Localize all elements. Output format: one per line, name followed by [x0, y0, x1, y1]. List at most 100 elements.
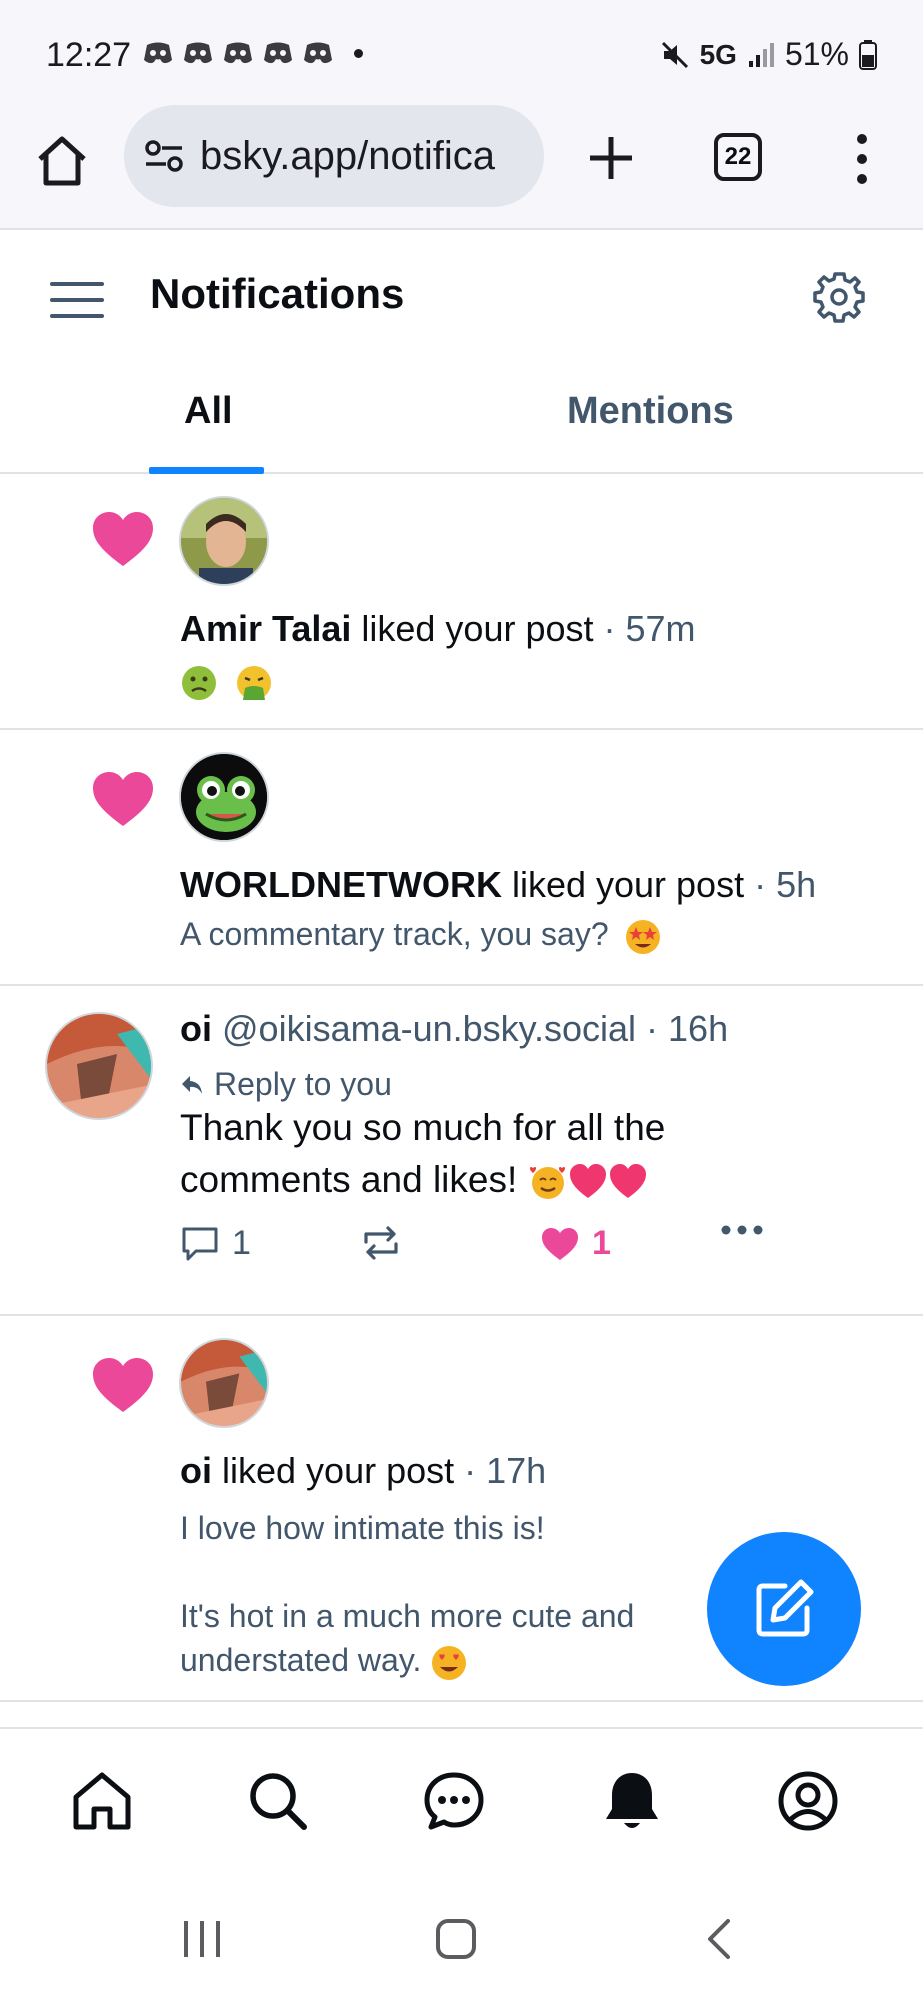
red-heart-emoji — [609, 1164, 646, 1199]
timestamp: · 57m — [593, 608, 696, 649]
post-preview[interactable] — [180, 662, 273, 702]
post-preview[interactable]: I love how intimate this is! It's hot in… — [180, 1506, 700, 1682]
more-vert-icon[interactable] — [842, 131, 882, 187]
heart-icon — [93, 512, 153, 566]
compose-button[interactable] — [707, 1532, 861, 1686]
home-circle-icon[interactable] — [434, 1917, 478, 1961]
url-bar[interactable]: bsky.app/notifica — [124, 105, 544, 207]
reply-notification[interactable]: oi @oikisama-un.bsky.social · 16h Reply … — [0, 986, 923, 1316]
notification-text: oi liked your post · 17h — [180, 1450, 546, 1492]
timestamp: · 5h — [744, 864, 817, 905]
nauseated-face-emoji — [182, 665, 216, 700]
avatar-art-image — [47, 1014, 151, 1118]
battery-icon — [859, 39, 877, 70]
status-time: 12:27 — [46, 36, 132, 74]
tab-mentions[interactable]: Mentions — [567, 390, 734, 433]
mute-icon — [661, 41, 688, 68]
post-actions: 1 1 — [180, 1218, 780, 1278]
tab-switcher-button[interactable]: 22 — [714, 133, 762, 181]
author-handle[interactable]: @oikisama-un.bsky.social — [212, 1008, 636, 1049]
active-tab-indicator — [149, 467, 264, 474]
smiling-face-with-hearts-emoji — [529, 1167, 565, 1200]
url-text: bsky.app/notifica — [200, 133, 495, 178]
avatar[interactable] — [179, 752, 269, 842]
reply-text[interactable]: Thank you so much for all the comments a… — [180, 1102, 740, 1206]
site-settings-icon[interactable] — [144, 139, 184, 173]
tab-all[interactable]: All — [184, 390, 233, 433]
comment-icon — [182, 1227, 218, 1260]
reply-count: 1 — [232, 1224, 251, 1262]
notification-action: liked your post — [212, 1450, 455, 1491]
more-options-button[interactable] — [720, 1224, 764, 1236]
bell-icon[interactable] — [600, 1769, 664, 1833]
heart-icon — [93, 772, 153, 826]
status-bar: 12:27 5G 51% — [0, 0, 923, 105]
avatar-photo — [181, 498, 267, 584]
gear-icon[interactable] — [812, 270, 866, 324]
app-header: Notifications — [0, 232, 923, 357]
heart-icon — [93, 1358, 153, 1412]
avatar[interactable] — [179, 1338, 269, 1428]
author-name[interactable]: oi — [180, 1008, 212, 1049]
more-horiz-icon — [721, 1225, 763, 1235]
avatar[interactable] — [179, 496, 269, 586]
back-icon[interactable] — [698, 1917, 742, 1961]
post-preview-line: I love how intimate this is! — [180, 1510, 545, 1546]
compose-icon — [756, 1579, 814, 1637]
heart-eyes-emoji — [432, 1645, 467, 1680]
status-indicators: 5G 51% — [660, 36, 877, 73]
reply-context[interactable]: Reply to you — [180, 1066, 392, 1103]
reply-button[interactable]: 1 — [180, 1224, 251, 1263]
notification-action: liked your post — [351, 608, 594, 649]
profile-icon[interactable] — [776, 1769, 840, 1833]
reply-arrow-icon — [182, 1075, 202, 1094]
post-preview-text: A commentary track, you say? — [180, 916, 609, 952]
recent-apps-icon[interactable] — [180, 1917, 224, 1961]
repost-button[interactable] — [360, 1224, 402, 1262]
notification-text: Amir Talai liked your post · 57m — [180, 608, 696, 650]
bottom-navigation — [0, 1727, 923, 1877]
more-notifications-dot — [354, 48, 363, 58]
like-count: 1 — [592, 1224, 611, 1262]
home-icon[interactable] — [34, 133, 90, 189]
browser-toolbar: bsky.app/notifica 22 — [0, 105, 923, 230]
reply-to-label: Reply to you — [214, 1066, 392, 1102]
repost-icon — [364, 1226, 398, 1260]
search-icon[interactable] — [246, 1769, 310, 1833]
post-preview-text: It's hot in a much more cute and underst… — [180, 1598, 635, 1678]
menu-icon[interactable] — [50, 280, 104, 320]
heart-filled-icon — [542, 1227, 578, 1260]
new-tab-icon[interactable] — [586, 133, 636, 183]
discord-icon — [184, 42, 212, 64]
post-preview[interactable]: A commentary track, you say? — [180, 916, 662, 956]
avatar[interactable] — [45, 1012, 153, 1120]
notification-item[interactable]: Amir Talai liked your post · 57m — [0, 474, 923, 730]
notification-feed: Amir Talai liked your post · 57m WORLDNE… — [0, 474, 923, 1702]
like-button[interactable]: 1 — [540, 1224, 611, 1263]
discord-icon — [144, 42, 172, 64]
chat-icon[interactable] — [422, 1769, 486, 1833]
notification-item[interactable]: WORLDNETWORK liked your post · 5h A comm… — [0, 730, 923, 986]
avatar-frog-image — [181, 754, 267, 840]
signal-icon — [748, 42, 774, 67]
system-navigation-bar — [0, 1877, 923, 2000]
home-icon[interactable] — [70, 1769, 134, 1833]
discord-icon — [224, 42, 252, 64]
battery-percent: 51% — [784, 36, 849, 72]
network-type: 5G — [699, 38, 737, 70]
notification-tabs: All Mentions — [0, 358, 923, 474]
author-name[interactable]: oi — [180, 1450, 212, 1491]
timestamp: · 16h — [636, 1008, 729, 1049]
post-preview-line: It's hot in a much more cute and underst… — [180, 1594, 700, 1682]
author-name[interactable]: WORLDNETWORK — [180, 864, 502, 905]
page-title: Notifications — [150, 270, 405, 317]
avatar-art-image — [181, 1340, 267, 1426]
discord-icon — [264, 42, 292, 64]
vomiting-face-emoji — [236, 665, 271, 700]
notification-action: liked your post — [501, 864, 745, 905]
notification-text: WORLDNETWORK liked your post · 5h — [180, 864, 816, 906]
reply-header: oi @oikisama-un.bsky.social · 16h — [180, 1008, 728, 1050]
discord-icon — [304, 42, 332, 64]
star-struck-emoji — [625, 919, 660, 954]
author-name[interactable]: Amir Talai — [180, 608, 351, 649]
